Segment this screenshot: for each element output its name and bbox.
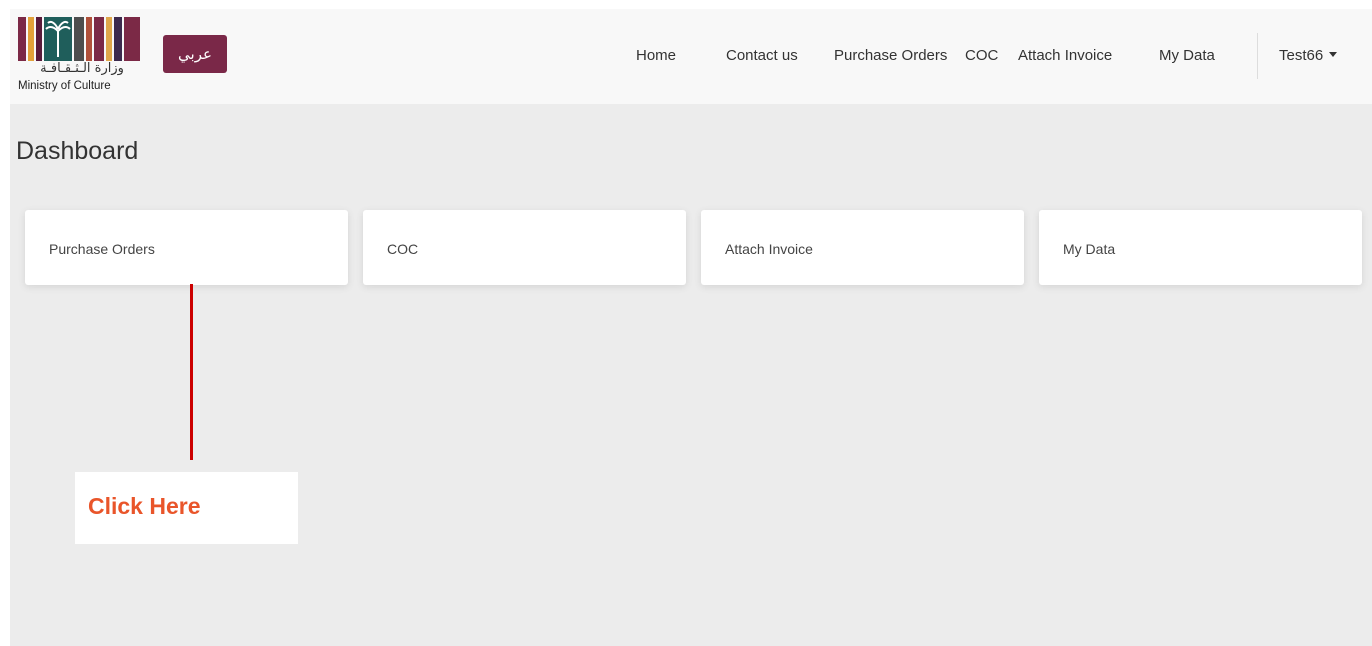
nav-attach-invoice[interactable]: Attach Invoice (1018, 47, 1112, 64)
card-attach-invoice[interactable]: Attach Invoice (701, 210, 1024, 285)
card-label: Attach Invoice (725, 241, 813, 257)
annotation-pointer-line (190, 284, 193, 460)
annotation-text: Click Here (88, 493, 201, 519)
caret-down-icon (1329, 52, 1338, 57)
card-coc[interactable]: COC (363, 210, 686, 285)
card-label: My Data (1063, 241, 1116, 257)
ministry-logo[interactable]: وزارة الـثـقـافـة Ministry of Culture (18, 17, 153, 97)
annotation-callout: Click Here (75, 472, 298, 544)
logo-bars-icon (18, 17, 140, 61)
nav-purchase-orders[interactable]: Purchase Orders (834, 47, 947, 64)
nav-home[interactable]: Home (636, 47, 676, 64)
card-label: COC (387, 241, 419, 257)
app-frame: وزارة الـثـقـافـة Ministry of Culture عر… (10, 9, 1372, 646)
user-menu-dropdown[interactable]: Test66 (1279, 47, 1338, 64)
card-label: Purchase Orders (49, 241, 155, 257)
nav-divider (1257, 33, 1258, 79)
page-title: Dashboard (16, 137, 139, 165)
nav-contact-us[interactable]: Contact us (726, 47, 798, 64)
user-name: Test66 (1279, 47, 1324, 64)
card-purchase-orders[interactable]: Purchase Orders (25, 210, 348, 285)
logo-arabic-text: وزارة الـثـقـافـة (40, 61, 124, 76)
nav-coc[interactable]: COC (965, 47, 998, 64)
logo-english-text: Ministry of Culture (18, 80, 111, 92)
card-my-data[interactable]: My Data (1039, 210, 1362, 285)
nav-my-data[interactable]: My Data (1159, 47, 1215, 64)
top-navbar: وزارة الـثـقـافـة Ministry of Culture عر… (10, 9, 1372, 104)
language-toggle-button[interactable]: عربي (163, 35, 227, 73)
